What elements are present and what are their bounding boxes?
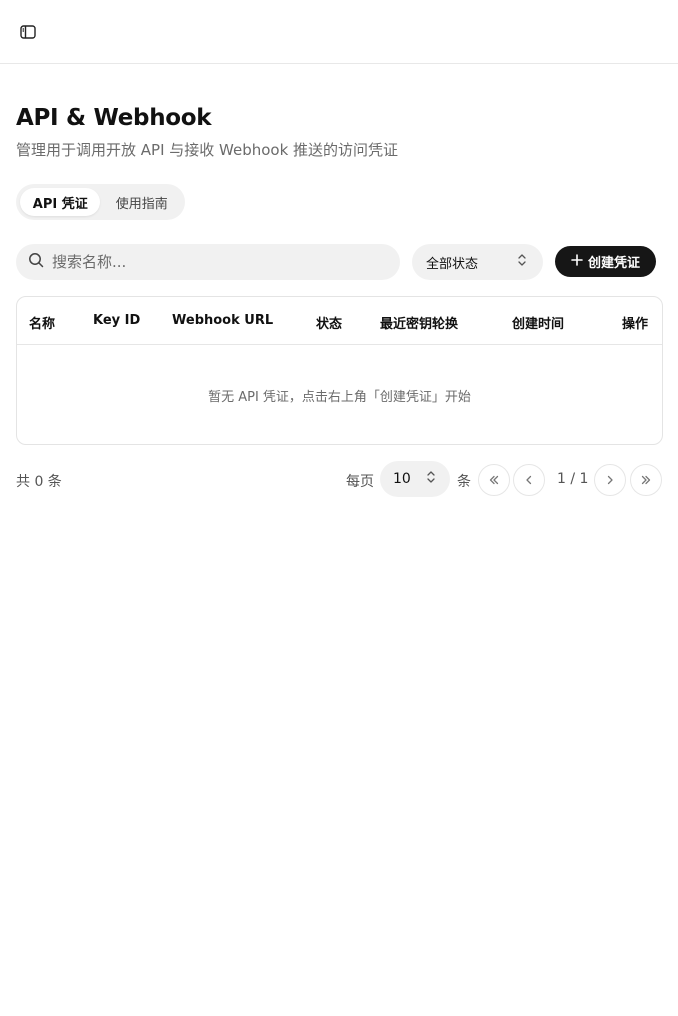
page-size-value: 10 [393, 471, 411, 487]
tab-api-credentials[interactable]: API 凭证 [20, 188, 101, 216]
search-icon [28, 252, 44, 272]
plus-icon [571, 253, 583, 270]
first-page-button[interactable] [478, 464, 510, 496]
top-bar [0, 0, 678, 64]
column-header-key-id: Key ID [93, 313, 141, 328]
column-header-status: 状态 [316, 317, 343, 332]
last-page-button[interactable] [630, 464, 662, 496]
chevrons-right-icon [640, 471, 652, 490]
per-page-unit: 条 [457, 474, 471, 490]
prev-page-button[interactable] [513, 464, 545, 496]
chevron-up-down-icon [517, 253, 527, 271]
search-box[interactable] [16, 244, 400, 280]
tab-bar: API 凭证 使用指南 [16, 184, 185, 220]
page-title: API & Webhook [16, 105, 212, 131]
column-header-name: 名称 [29, 317, 56, 332]
per-page-label: 每页 [346, 474, 374, 490]
status-filter-select[interactable]: 全部状态 [412, 244, 543, 280]
tab-usage-guide[interactable]: 使用指南 [102, 188, 181, 216]
column-header-actions: 操作 [622, 317, 649, 332]
total-count: 共 0 条 [16, 474, 62, 490]
chevron-left-icon [523, 471, 535, 490]
chevron-up-down-icon [426, 470, 436, 488]
chevrons-left-icon [488, 471, 500, 490]
create-credential-button[interactable]: 创建凭证 [555, 246, 656, 277]
page-size-select[interactable]: 10 [380, 461, 450, 497]
search-input[interactable] [52, 253, 372, 271]
create-credential-label: 创建凭证 [587, 256, 640, 271]
column-header-webhook-url: Webhook URL [172, 313, 274, 328]
sidebar-toggle-icon[interactable] [16, 21, 40, 43]
page-subtitle: 管理用于调用开放 API 与接收 Webhook 推送的访问凭证 [16, 141, 399, 159]
status-filter-value: 全部状态 [426, 256, 479, 272]
chevron-right-icon [604, 471, 616, 490]
next-page-button[interactable] [594, 464, 626, 496]
page-indicator: 1 / 1 [557, 471, 589, 487]
table-header: 名称 Key ID Webhook URL 状态 最近密钥轮换 创建时间 操作 [17, 297, 662, 345]
empty-state-text: 暂无 API 凭证，点击右上角「创建凭证」开始 [208, 390, 471, 405]
column-header-created-at: 创建时间 [512, 317, 565, 332]
column-header-last-rotation: 最近密钥轮换 [380, 317, 459, 332]
credentials-table: 名称 Key ID Webhook URL 状态 最近密钥轮换 创建时间 操作 … [16, 296, 663, 445]
